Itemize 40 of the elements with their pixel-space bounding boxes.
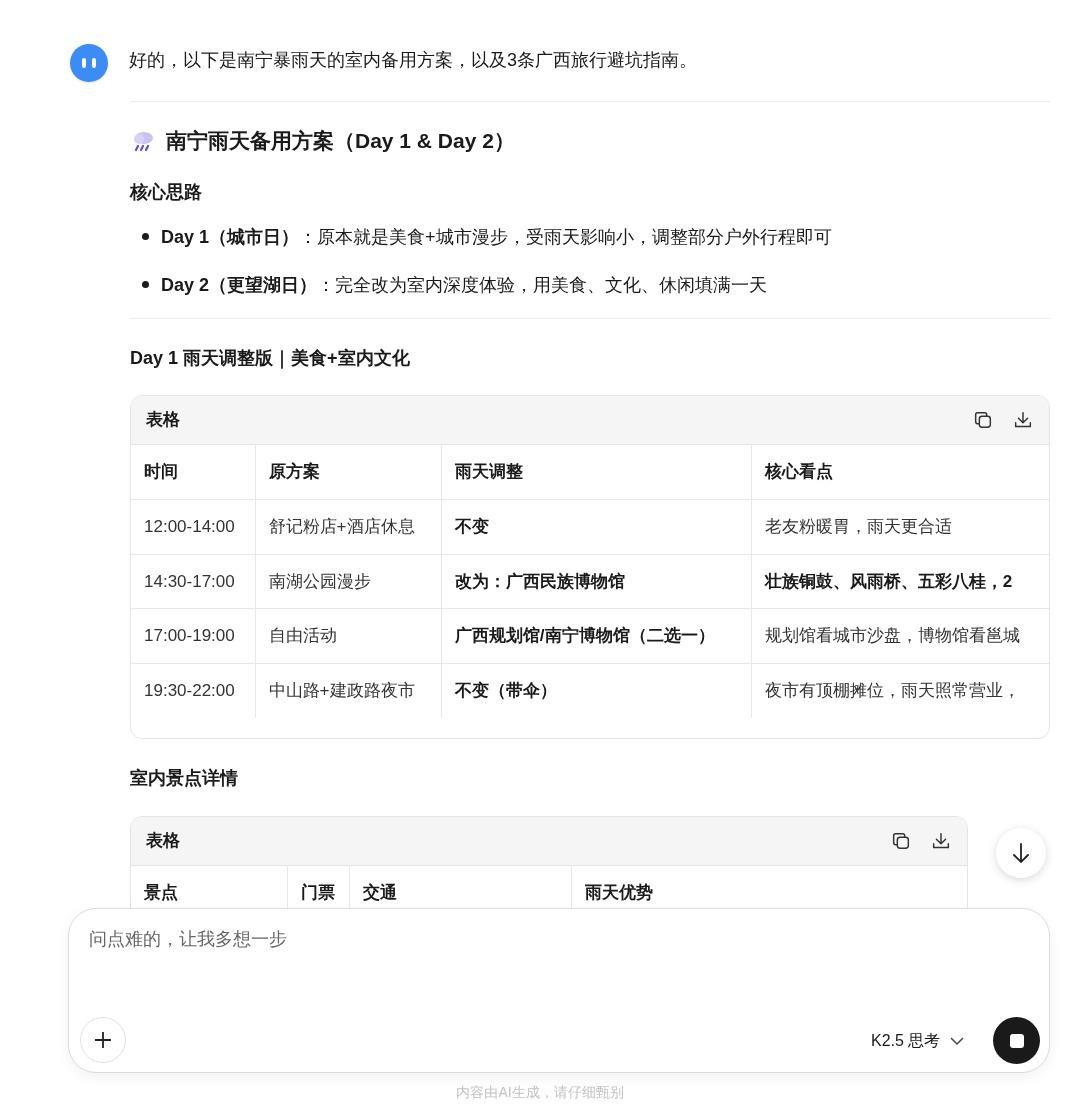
chevron-down-icon	[950, 1036, 965, 1046]
section-heading: 南宁雨天备用方案（Day 1 & Day 2）	[166, 128, 515, 154]
table-title: 表格	[146, 408, 180, 431]
table-cell: 夜市有顶棚摊位，雨天照常营业，	[751, 663, 1049, 718]
table-cell: 17:00-19:00	[131, 608, 256, 663]
table-cell: 改为：广西民族博物馆	[441, 554, 752, 609]
model-selector[interactable]: K2.5 思考	[871, 1027, 965, 1055]
table-cell: 中山路+建政路夜市	[255, 663, 442, 718]
stop-button[interactable]	[993, 1017, 1040, 1064]
list-item-text: Day 1（城市日）：原本就是美食+城市漫步，受雨天影响小，调整部分户外行程即可	[161, 225, 832, 249]
table-title: 表格	[146, 829, 180, 852]
table-cell: 南湖公园漫步	[255, 554, 442, 609]
subheading: 核心思路	[130, 180, 203, 204]
table-cell: 自由活动	[255, 608, 442, 663]
table-cell: 壮族铜鼓、风雨桥、五彩八桂，2	[751, 554, 1049, 609]
table-cell: 19:30-22:00	[131, 663, 256, 718]
table-cell: 14:30-17:00	[131, 554, 256, 609]
message-input[interactable]: 问点难的，让我多想一步	[89, 923, 989, 955]
plus-icon	[93, 1030, 113, 1050]
column-header: 雨天调整	[441, 444, 752, 500]
stop-icon	[1009, 1033, 1024, 1048]
table-cell: 舒记粉店+酒店休息	[255, 499, 442, 554]
section-title: Day 1 雨天调整版｜美食+室内文化	[130, 346, 411, 371]
column-header: 景点	[131, 865, 288, 908]
list-item-text: Day 2（更望湖日）：完全改为室内深度体验，用美食、文化、休闲填满一天	[161, 273, 768, 297]
table-cell: 不变（带伞）	[441, 663, 752, 718]
section-title: 室内景点详情	[130, 766, 239, 790]
table-cell: 规划馆看城市沙盘，博物馆看邕城	[751, 608, 1049, 663]
table-cell: 不变	[441, 499, 752, 554]
table-cell: 广西规划馆/南宁博物馆（二选一）	[441, 608, 752, 663]
assistant-avatar	[70, 44, 108, 82]
table-cell: 12:00-14:00	[131, 499, 256, 554]
column-header: 核心看点	[751, 444, 1049, 500]
scroll-down-button[interactable]	[996, 828, 1046, 878]
arrow-down-icon	[1011, 842, 1031, 864]
column-header: 时间	[131, 444, 256, 500]
disclaimer-text: 内容由AI生成，请仔细甄别	[455, 1083, 625, 1102]
column-header: 原方案	[255, 444, 442, 500]
table-cell: 老友粉暖胃，雨天更合适	[751, 499, 1049, 554]
message-text: 好的，以下是南宁暴雨天的室内备用方案，以及3条广西旅行避坑指南。	[129, 49, 697, 72]
